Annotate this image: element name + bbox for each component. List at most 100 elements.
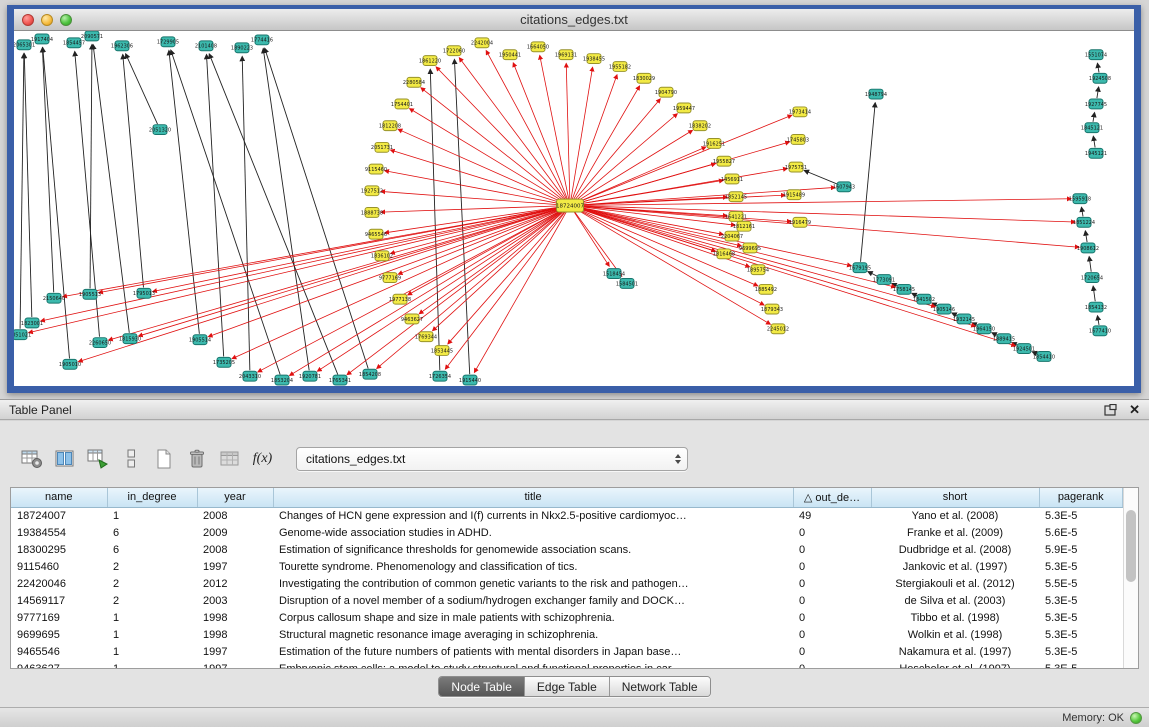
network-node[interactable]: 1927745 [1085, 99, 1107, 109]
table-source-dropdown[interactable]: citations_edges.txt [296, 447, 688, 471]
tab-node-table[interactable]: Node Table [439, 677, 525, 696]
merge-table-button[interactable] [216, 446, 243, 472]
row-tools-button[interactable] [117, 446, 144, 472]
network-node[interactable]: 2150640 [43, 293, 65, 303]
table-row[interactable]: 1456911722003Disruption of a novel membe… [11, 592, 1123, 609]
network-node[interactable]: 1584501 [616, 279, 638, 289]
network-node[interactable]: 1924508 [1089, 73, 1111, 83]
network-node[interactable]: 1895754 [747, 265, 769, 275]
network-node[interactable]: 1735205 [213, 357, 235, 367]
network-node[interactable]: 1888738 [361, 208, 383, 218]
network-node[interactable]: 1745803 [787, 135, 809, 145]
network-node[interactable]: 1641221 [725, 211, 747, 221]
column-header-year[interactable]: year [197, 488, 273, 507]
network-node[interactable]: 2051320 [149, 125, 171, 135]
network-node[interactable]: 1722060 [443, 46, 465, 56]
table-row[interactable]: 911546021997Tourette syndrome. Phenomeno… [11, 558, 1123, 575]
network-node[interactable]: 1595918 [1069, 194, 1091, 204]
column-header-out-degree[interactable]: △ out_de… [793, 488, 871, 507]
tab-edge-table[interactable]: Edge Table [525, 677, 610, 696]
network-node[interactable]: 1927512 [361, 186, 383, 196]
network-node[interactable]: 1977138 [389, 294, 411, 304]
network-canvas[interactable]: 2065301191740418544572090571196230617299… [14, 31, 1134, 386]
network-view-window[interactable]: citations_edges.txt 20653011917404185445… [7, 5, 1141, 393]
network-node[interactable]: 1861220 [419, 56, 441, 66]
scrollbar-thumb[interactable] [1126, 510, 1136, 582]
network-node[interactable]: 2242004 [471, 38, 493, 48]
zoom-window-icon[interactable] [60, 14, 72, 26]
network-node[interactable]: 1854208 [359, 369, 381, 379]
network-node[interactable]: 2280584 [403, 77, 425, 87]
function-builder-button[interactable]: f(x) [249, 446, 276, 472]
network-node[interactable]: 1905514 [189, 335, 211, 345]
network-node[interactable]: 1812161 [733, 221, 755, 231]
network-node[interactable]: 1879343 [761, 304, 783, 314]
network-node[interactable]: 2101408 [195, 41, 217, 51]
network-node[interactable]: 1916251 [703, 138, 725, 148]
network-node[interactable]: 1852145 [725, 192, 747, 202]
float-panel-icon[interactable] [1104, 404, 1117, 416]
network-node[interactable]: 9115460 [365, 164, 387, 174]
network-node[interactable]: 1890223 [231, 43, 253, 53]
network-node[interactable]: 2204067 [721, 231, 743, 241]
network-node[interactable]: 1885492 [755, 284, 777, 294]
table-settings-button[interactable] [18, 446, 45, 472]
show-column-button[interactable] [51, 446, 78, 472]
table-row[interactable]: 946554611997Estimation of the future num… [11, 643, 1123, 660]
table-row[interactable]: 1830029562008Estimation of significance … [11, 541, 1123, 558]
network-node[interactable]: 1955182 [609, 62, 631, 72]
import-table-button[interactable] [84, 446, 111, 472]
new-document-button[interactable] [150, 446, 177, 472]
network-node[interactable]: 9465546 [365, 229, 387, 239]
network-node[interactable]: 1959447 [673, 103, 695, 113]
network-graph[interactable]: 2065301191740418544572090571196230617299… [14, 31, 1134, 386]
table-row[interactable]: 946362711997Embryonic stem cells: a mode… [11, 660, 1123, 669]
network-node[interactable]: 1518454 [603, 269, 625, 279]
network-node[interactable]: 2051731 [371, 142, 393, 152]
network-node[interactable]: 1836102 [371, 251, 393, 261]
network-node[interactable]: 1905010 [59, 359, 81, 369]
table-row[interactable]: 1872400712008Changes of HCN gene express… [11, 507, 1123, 524]
network-node[interactable]: 1950441 [499, 50, 521, 60]
table-row[interactable]: 977716911998Corpus callosum shape and si… [11, 609, 1123, 626]
network-node[interactable]: 1945121 [1085, 148, 1107, 158]
network-node[interactable]: 1969131 [555, 50, 577, 60]
network-node[interactable]: 1664050 [527, 42, 549, 52]
network-window-titlebar[interactable]: citations_edges.txt [14, 9, 1134, 31]
network-node[interactable]: 1851021 [14, 330, 31, 340]
network-node[interactable]: 1456911 [721, 174, 743, 184]
network-node[interactable]: 9699695 [739, 243, 761, 253]
network-node[interactable]: 1955827 [713, 156, 735, 166]
table-row[interactable]: 1938455462009Genome-wide association stu… [11, 524, 1123, 541]
network-node[interactable]: 1853445 [431, 346, 453, 356]
network-node[interactable]: 1905513 [79, 289, 101, 299]
network-node[interactable]: 1915489 [783, 190, 805, 200]
network-node[interactable]: 1812208 [379, 121, 401, 131]
network-node[interactable]: 1948794 [865, 89, 887, 99]
network-node[interactable]: 1815930 [119, 334, 141, 344]
network-node[interactable]: 1851224 [1073, 217, 1095, 227]
network-node[interactable]: 1975751 [785, 162, 807, 172]
network-node[interactable]: 1774416 [251, 35, 273, 45]
network-node[interactable]: 1853204 [271, 375, 293, 385]
network-node[interactable]: 18724007 [556, 199, 584, 212]
column-header-short[interactable]: short [871, 488, 1039, 507]
network-node[interactable]: 1915440 [459, 375, 481, 385]
column-header-pagerank[interactable]: pagerank [1039, 488, 1123, 507]
network-node[interactable]: 2090571 [81, 31, 103, 41]
network-node[interactable]: 1962306 [111, 41, 133, 51]
column-header-title[interactable]: title [273, 488, 793, 507]
table-row[interactable]: 2242004622012Investigating the contribut… [11, 575, 1123, 592]
close-panel-icon[interactable]: ✕ [1129, 403, 1140, 416]
delete-table-button[interactable] [183, 446, 210, 472]
minimize-window-icon[interactable] [41, 14, 53, 26]
network-node[interactable]: 2043310 [239, 371, 261, 381]
network-node[interactable]: 1938455 [583, 54, 605, 64]
network-node[interactable]: 1845121 [1081, 123, 1103, 133]
network-node[interactable]: 2245012 [767, 324, 789, 334]
network-node[interactable]: 9463627 [401, 314, 423, 324]
network-node[interactable]: 1917404 [31, 34, 53, 44]
network-node[interactable]: 1551074 [1085, 50, 1107, 60]
network-node[interactable]: 1973414 [789, 107, 811, 117]
network-node[interactable]: 9777169 [379, 273, 401, 283]
